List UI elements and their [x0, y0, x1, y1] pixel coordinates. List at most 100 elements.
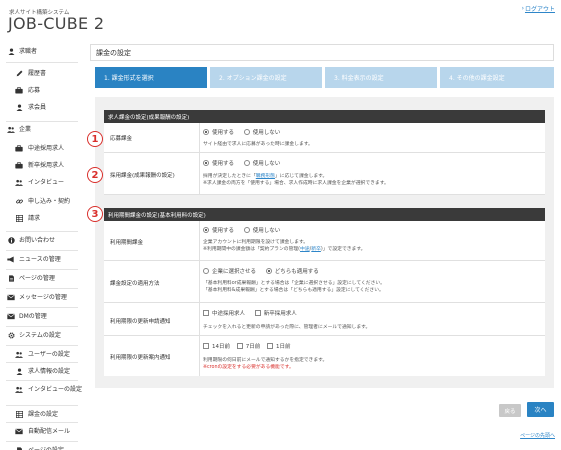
- sidebar-item-5[interactable]: 中途採用求人: [15, 145, 93, 152]
- sidebar-item-label: インタビュー: [28, 179, 65, 186]
- step-label: 2. オプション課金の設定: [219, 75, 287, 82]
- step-label: 3. 料金表示の設定: [334, 75, 384, 82]
- mail-icon: [7, 294, 15, 301]
- employment-type-link[interactable]: 職務形態: [256, 174, 275, 179]
- step-4[interactable]: 4. その他の課金設定: [440, 67, 554, 88]
- annotation-badge-3: 3: [87, 206, 103, 222]
- sidebar-item-8[interactable]: 申し込み・契約: [15, 198, 93, 205]
- file-icon: [7, 275, 15, 282]
- brand-logo[interactable]: JOB-CUBE 2: [8, 14, 104, 33]
- sidebar-divider: [6, 380, 78, 381]
- note-text: )」で設定できます。: [320, 247, 366, 252]
- sidebar-item-label: 請求: [28, 215, 41, 222]
- sidebar-divider: [6, 345, 78, 346]
- sidebar-item-0[interactable]: 求職者: [7, 48, 85, 55]
- option-label: 使用する: [212, 228, 235, 234]
- page-title: 課金の設定: [96, 49, 131, 57]
- plan-newgrad-link[interactable]: 新卒: [311, 247, 321, 252]
- row-note: チェックを入れると更新の申請があった際に、管理者にメールで通知します。: [203, 325, 371, 330]
- radio-apply-both[interactable]: どちらも適用する: [265, 267, 319, 275]
- row-content: 使用する 使用しない 企業アカウントに利用期限を設けて課金します。 ※利用期間中…: [203, 226, 365, 253]
- step-3[interactable]: 3. 料金表示の設定: [325, 67, 437, 88]
- option-label: 新卒採用求人: [263, 311, 297, 317]
- row-note: 企業アカウントに利用期限を設けて課金します。: [203, 240, 309, 245]
- option-label: 使用しない: [252, 130, 281, 136]
- checkbox-7days[interactable]: 7日前: [236, 342, 260, 350]
- row-content: 14日前 7日前 1日前 利用期限の何日前にメールで通知するかを指定できます。 …: [203, 342, 327, 371]
- sidebar-item-1[interactable]: 履歴書: [15, 70, 93, 77]
- row-note: サイト経由で求人に応募があった時に課金します。: [203, 142, 313, 147]
- sidebar-item-3[interactable]: 求会員: [15, 104, 93, 111]
- radio-use[interactable]: 使用する: [203, 128, 234, 136]
- sidebar-item-2[interactable]: 応募: [15, 87, 93, 94]
- sidebar-item-16[interactable]: ユーザーの設定: [15, 351, 93, 358]
- sidebar-item-20[interactable]: 自動配信メール: [15, 428, 93, 435]
- sidebar-item-6[interactable]: 新卒採用求人: [15, 162, 93, 169]
- user-icon: [15, 368, 23, 375]
- cron-warning: ※cronの設定をする必要がある機能です。: [203, 365, 294, 370]
- sidebar-item-15[interactable]: システムの設定: [7, 332, 85, 339]
- sidebar-item-12[interactable]: ページの管理: [7, 275, 85, 282]
- sidebar-item-10[interactable]: お問い合わせ: [7, 237, 85, 244]
- sidebar-item-label: 求職者: [19, 48, 38, 55]
- sidebar-item-13[interactable]: メッセージの管理: [7, 294, 85, 301]
- sidebar-divider: [6, 326, 78, 327]
- chevron-right-icon: ›: [521, 5, 524, 12]
- sidebar-item-7[interactable]: インタビュー: [15, 179, 93, 186]
- sidebar-item-label: 新卒採用求人: [28, 162, 65, 169]
- sidebar-item-label: 履歴書: [28, 70, 47, 77]
- checkbox-1day[interactable]: 1日前: [267, 342, 291, 350]
- row-content: 使用する 使用しない 採用が決定したときに「職務形態」に応じて課金します。 ※求…: [203, 159, 389, 187]
- plan-midcareer-link[interactable]: 中途: [300, 247, 310, 252]
- pencil-icon: [15, 70, 23, 77]
- sidebar-item-9[interactable]: 請求: [15, 215, 93, 222]
- row-content: 企業に選択させる どちらも適用する 「基本利用料or成果報酬」とする場合は「企業…: [203, 267, 385, 294]
- checkbox-14days[interactable]: 14日前: [203, 342, 230, 350]
- back-button[interactable]: 戻る: [499, 404, 521, 417]
- sidebar: 求職者 履歴書 応募 求会員 企業 中途採用求人 新卒採用求人 インタビュー 申し込み・契約 請求…: [0, 42, 82, 450]
- checkbox-midcareer[interactable]: 中途採用求人: [203, 309, 245, 317]
- sidebar-item-label: メッセージの管理: [19, 294, 67, 301]
- radio-icon: [243, 160, 250, 166]
- next-button[interactable]: 次へ: [527, 402, 554, 417]
- sidebar-item-18[interactable]: インタビューの設定: [15, 386, 93, 393]
- sidebar-item-label: 求人情報の設定: [28, 368, 71, 375]
- option-label: どちらも適用する: [274, 269, 319, 275]
- note-text: ※利用期間中の課金額は「契約プランの管理(: [203, 247, 301, 252]
- radio-use[interactable]: 使用する: [203, 159, 234, 167]
- step-2[interactable]: 2. オプション課金の設定: [210, 67, 322, 88]
- sidebar-item-label: 申し込み・契約: [28, 198, 71, 205]
- radio-not-use[interactable]: 使用しない: [243, 226, 280, 234]
- radio-not-use[interactable]: 使用しない: [243, 128, 281, 136]
- radio-icon: [203, 160, 209, 166]
- sidebar-item-14[interactable]: DMの管理: [7, 313, 85, 320]
- page-top-link[interactable]: ページの先頭へ: [520, 432, 555, 439]
- users-icon: [7, 126, 15, 133]
- radio-not-use[interactable]: 使用しない: [243, 159, 280, 167]
- option-label: 企業に選択させる: [212, 269, 257, 275]
- sidebar-item-19[interactable]: 課金の設定: [15, 411, 93, 418]
- row-hire-billing: 採用課金(成果報酬の設定) 使用する 使用しない 採用が決定したときに「職務形態…: [104, 153, 545, 195]
- sidebar-item-label: ページの管理: [19, 275, 55, 282]
- row-application-billing: 応募課金 使用する 使用しない サイト経由で求人に応募があった時に課金します。: [104, 123, 545, 153]
- users-icon: [15, 386, 23, 393]
- row-label: 利用期限の更新案内通知: [110, 355, 171, 361]
- checkbox-newgrad[interactable]: 新卒採用求人: [254, 309, 297, 317]
- radio-use[interactable]: 使用する: [203, 226, 234, 234]
- users-icon: [15, 179, 23, 186]
- row-label: 利用期間課金: [110, 240, 144, 246]
- sidebar-item-11[interactable]: ニュースの管理: [7, 256, 85, 263]
- sidebar-item-17[interactable]: 求人情報の設定: [15, 368, 93, 375]
- briefcase-icon: [15, 87, 23, 94]
- sidebar-item-4[interactable]: 企業: [7, 126, 85, 133]
- row-divider: [199, 153, 200, 194]
- radio-icon: [243, 129, 250, 135]
- section-header-billing: 求人課金の設定(成果報酬の設定): [104, 110, 545, 123]
- step-1[interactable]: 1. 課金形式を選択: [95, 67, 207, 88]
- sidebar-item-label: ニュースの管理: [19, 256, 61, 263]
- radio-let-company-choose[interactable]: 企業に選択させる: [203, 267, 256, 275]
- sidebar-item-label: 課金の設定: [28, 411, 59, 418]
- option-label: 使用する: [212, 130, 235, 136]
- step-label: 4. その他の課金設定: [449, 75, 505, 82]
- logout-link[interactable]: › ログアウト: [522, 4, 555, 13]
